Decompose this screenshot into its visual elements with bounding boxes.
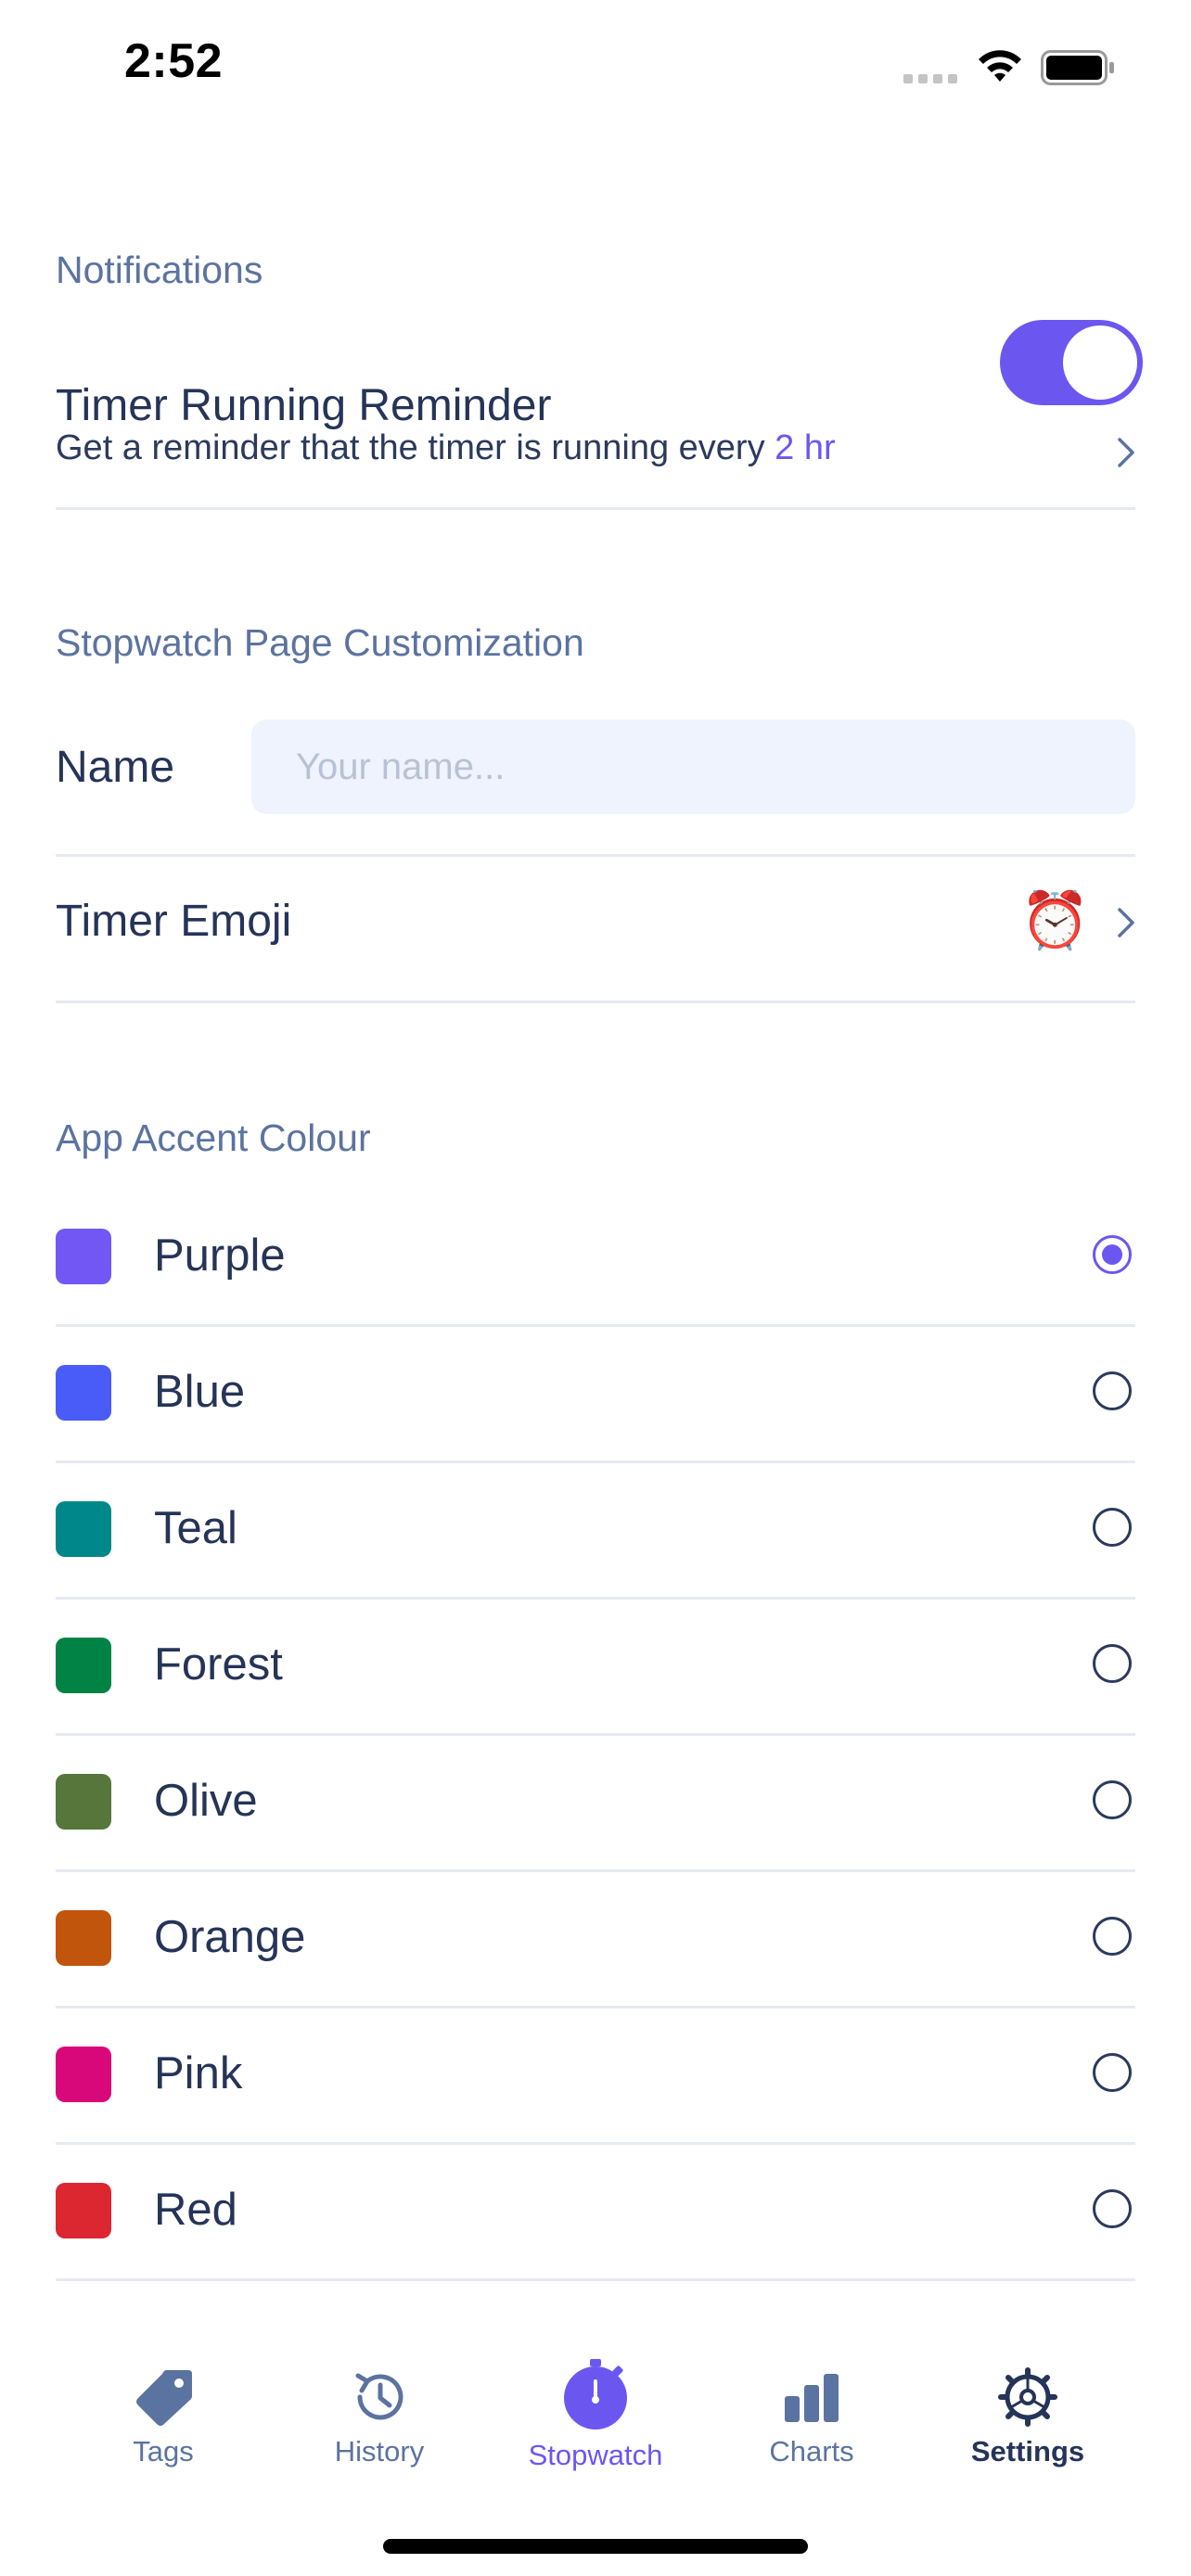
color-option-olive[interactable]: Olive	[56, 1736, 1135, 1872]
gear-icon	[998, 2367, 1057, 2427]
timer-running-reminder-label: Timer Running Reminder	[56, 381, 552, 430]
reminder-interval-row[interactable]: Get a reminder that the timer is running…	[56, 428, 836, 468]
radio-unselected[interactable]	[1093, 1780, 1132, 1819]
divider	[56, 854, 1135, 857]
color-option-forest[interactable]: Forest	[56, 1600, 1135, 1736]
color-swatch	[56, 1774, 111, 1830]
divider	[56, 507, 1135, 510]
tab-settings[interactable]: Settings	[935, 2337, 1121, 2468]
color-swatch	[56, 2047, 111, 2102]
toggle-knob	[1063, 325, 1137, 400]
divider	[56, 1001, 1135, 1003]
color-swatch	[56, 2183, 111, 2238]
color-option-teal[interactable]: Teal	[56, 1463, 1135, 1600]
color-label: Red	[154, 2185, 237, 2235]
tab-stopwatch[interactable]: Stopwatch	[503, 2337, 688, 2472]
accent-section-title: App Accent Colour	[56, 1116, 371, 1159]
tag-icon	[136, 2370, 192, 2426]
color-label: Orange	[154, 1912, 306, 1962]
color-swatch	[56, 1229, 111, 1284]
divider	[56, 2278, 1135, 2281]
status-time: 2:52	[124, 34, 224, 88]
name-label: Name	[56, 743, 175, 792]
color-swatch	[56, 1638, 111, 1693]
tab-label: Tags	[133, 2435, 194, 2468]
name-input[interactable]	[251, 720, 1135, 814]
home-indicator	[383, 2539, 808, 2554]
color-label: Purple	[154, 1231, 286, 1281]
reminder-description: Get a reminder that the timer is running…	[56, 428, 775, 467]
color-swatch	[56, 1910, 111, 1966]
radio-unselected[interactable]	[1093, 1508, 1132, 1547]
color-swatch	[56, 1365, 111, 1421]
color-label: Forest	[154, 1639, 283, 1690]
color-label: Blue	[154, 1367, 246, 1417]
customization-section-title: Stopwatch Page Customization	[56, 621, 584, 664]
timer-reminder-toggle[interactable]	[1000, 320, 1143, 405]
status-bar: 2:52	[0, 0, 1191, 139]
chevron-right-icon	[1118, 908, 1134, 937]
reminder-interval-value: 2 hr	[775, 428, 836, 467]
tab-charts[interactable]: Charts	[719, 2337, 904, 2468]
timer-emoji-label: Timer Emoji	[56, 897, 292, 946]
color-label: Olive	[154, 1776, 258, 1826]
color-label: Pink	[154, 2048, 243, 2098]
cellular-signal-icon	[903, 74, 957, 83]
tab-label: Stopwatch	[528, 2439, 663, 2471]
battery-icon	[1041, 50, 1114, 85]
radio-unselected[interactable]	[1093, 1917, 1132, 1956]
tab-label: Settings	[970, 2435, 1085, 2468]
wifi-icon	[979, 50, 1021, 82]
radio-unselected[interactable]	[1093, 1644, 1132, 1683]
color-option-pink[interactable]: Pink	[56, 2009, 1135, 2145]
color-option-purple[interactable]: Purple	[56, 1191, 1135, 1327]
radio-unselected[interactable]	[1093, 2053, 1132, 2092]
tab-label: Charts	[769, 2435, 854, 2468]
color-swatch	[56, 1501, 111, 1557]
stopwatch-icon	[564, 2359, 627, 2429]
chevron-right-icon[interactable]	[1115, 436, 1139, 469]
color-option-red[interactable]: Red	[56, 2145, 1135, 2281]
notifications-section-title: Notifications	[56, 249, 263, 291]
tab-tags[interactable]: Tags	[70, 2337, 256, 2468]
chart-icon	[785, 2374, 839, 2422]
color-label: Teal	[154, 1503, 237, 1553]
color-option-orange[interactable]: Orange	[56, 1872, 1135, 2009]
color-option-blue[interactable]: Blue	[56, 1327, 1135, 1463]
radio-unselected[interactable]	[1093, 2189, 1132, 2228]
radio-selected[interactable]	[1093, 1235, 1132, 1274]
tab-history[interactable]: History	[287, 2337, 472, 2468]
history-icon	[355, 2373, 403, 2420]
tab-label: History	[334, 2435, 425, 2468]
alarm-clock-emoji: ⏰	[1020, 889, 1090, 951]
radio-unselected[interactable]	[1093, 1371, 1132, 1410]
